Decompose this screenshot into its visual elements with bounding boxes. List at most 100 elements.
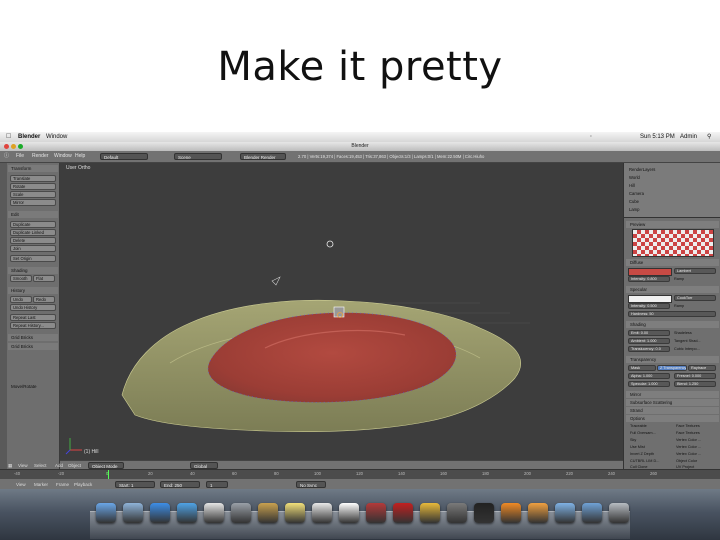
redo-button[interactable]: Redo	[33, 296, 55, 303]
fresnel-blend-field[interactable]: Blend: 1.250	[674, 381, 716, 387]
scale-button[interactable]: Scale	[10, 191, 56, 198]
menubar-user[interactable]: Admin	[680, 132, 697, 142]
option-checkbox[interactable]: Invert Z Depth	[630, 452, 654, 456]
menu-file[interactable]: File	[16, 151, 24, 162]
specular-ramp-checkbox[interactable]: Ramp	[674, 304, 684, 308]
wifi-icon[interactable]: ⋅	[590, 132, 592, 142]
repeat-last-button[interactable]: Repeat Last	[10, 314, 56, 321]
menubar-app-name[interactable]: Blender	[18, 132, 40, 142]
menu-help[interactable]: Help	[75, 151, 85, 162]
translucency-field[interactable]: Translucency: 0.0	[628, 346, 670, 352]
zoom-window-button[interactable]	[18, 144, 23, 149]
repeat-history-button[interactable]: Repeat History...	[10, 322, 56, 329]
diffuse-ramp-checkbox[interactable]: Ramp	[674, 277, 684, 281]
chrome-icon[interactable]	[420, 503, 440, 523]
app-store-icon[interactable]	[150, 503, 170, 523]
diffuse-shader-select[interactable]: Lambert	[674, 268, 716, 274]
undo-button[interactable]: Undo	[10, 296, 32, 303]
spotlight-icon[interactable]: ⚲	[707, 132, 711, 142]
menubar-clock[interactable]: Sun 5:13 PM	[640, 132, 675, 142]
transparency-section[interactable]: Transparency	[626, 356, 719, 363]
outliner-item[interactable]: Hill	[629, 183, 635, 188]
end-frame-field[interactable]: End: 250	[160, 481, 200, 488]
close-window-button[interactable]	[4, 144, 9, 149]
sss-section[interactable]: Subsurface Scattering	[626, 399, 719, 406]
finder-icon[interactable]	[96, 503, 116, 523]
transparency-mask-tab[interactable]: Mask	[628, 365, 656, 371]
option-checkbox[interactable]: Face Textures	[676, 431, 700, 435]
hardness-field[interactable]: Hardness: 50	[628, 311, 716, 317]
download-icon[interactable]	[582, 503, 602, 523]
cubic-interpolation-checkbox[interactable]: Cubic Interpo...	[674, 347, 700, 351]
option-checkbox[interactable]: Face Textures	[676, 424, 700, 428]
set-origin-button[interactable]: Set Origin	[10, 255, 56, 262]
panel-grid-bricks-2[interactable]: Grid Bricks	[8, 343, 58, 350]
specular-color-swatch[interactable]	[628, 295, 672, 303]
option-checkbox[interactable]: Vertex Color ...	[676, 452, 701, 456]
panel-shading[interactable]: Shading	[8, 267, 58, 274]
alpha-field[interactable]: Alpha: 1.000	[628, 373, 670, 379]
duplicate-linked-button[interactable]: Duplicate Linked	[10, 229, 56, 236]
preferences-icon[interactable]	[231, 503, 251, 523]
panel-transform[interactable]: Transform	[8, 165, 58, 172]
mirror-section[interactable]: Mirror	[626, 391, 719, 398]
tangent-shading-checkbox[interactable]: Tangent Shad...	[674, 339, 701, 343]
option-checkbox[interactable]: Use Mist	[630, 445, 645, 449]
shadeless-checkbox[interactable]: Shadeless	[674, 331, 692, 335]
info-editor-icon[interactable]: ⓘ	[4, 151, 9, 162]
option-checkbox[interactable]: UV Project	[676, 465, 694, 469]
diffuse-section[interactable]: Diffuse	[626, 259, 719, 266]
option-checkbox[interactable]: Sky	[630, 438, 636, 442]
outliner-item[interactable]: RenderLayers	[629, 167, 655, 172]
layout-select[interactable]: Default	[100, 153, 148, 160]
preview-section[interactable]: Preview	[626, 221, 719, 228]
outliner-item[interactable]: World	[629, 175, 640, 180]
3d-viewport[interactable]: User Ortho (1) Hill	[60, 163, 623, 460]
option-field[interactable]: CUTBRL LIM D...	[630, 459, 659, 463]
outliner[interactable]: RenderLayers World Hill Camera Cube Lamp	[624, 163, 720, 218]
timeline-ruler[interactable]: -40 -20 0 20 40 60 80 100 120 140 160 18…	[0, 470, 720, 479]
safari-icon[interactable]	[177, 503, 197, 523]
raytrace-tab[interactable]: Raytrace	[688, 365, 716, 371]
render-engine-select[interactable]: Blender Render	[240, 153, 286, 160]
ambient-field[interactable]: Ambient: 1.000	[628, 338, 670, 344]
current-frame-field[interactable]: 1	[206, 481, 228, 488]
diffuse-intensity-field[interactable]: Intensity: 0.800	[628, 276, 670, 282]
panel-edit[interactable]: Edit	[8, 211, 58, 218]
smooth-button[interactable]: Smooth	[10, 275, 32, 282]
calendar-icon[interactable]	[312, 503, 332, 523]
menu-window[interactable]: Window	[54, 151, 72, 162]
fresnel-field[interactable]: Fresnel: 0.000	[674, 373, 716, 379]
duplicate-button[interactable]: Duplicate	[10, 221, 56, 228]
join-button[interactable]: Join	[10, 245, 56, 252]
notes-icon[interactable]	[285, 503, 305, 523]
current-frame-marker[interactable]	[108, 470, 109, 479]
outliner-item[interactable]: Cube	[629, 199, 639, 204]
specular-intensity-field[interactable]: Intensity: 0.500	[628, 303, 670, 309]
trash-icon[interactable]	[609, 503, 629, 523]
option-checkbox[interactable]: Object Color	[676, 459, 697, 463]
shading-section[interactable]: Shading	[626, 321, 719, 328]
acrobat-icon[interactable]	[393, 503, 413, 523]
help-icon[interactable]	[447, 503, 467, 523]
panel-grid-bricks-1[interactable]: Grid Bricks	[8, 334, 58, 341]
timeline[interactable]: -40 -20 0 20 40 60 80 100 120 140 160 18…	[0, 469, 720, 490]
specular-alpha-field[interactable]: Specular: 1.000	[628, 381, 670, 387]
diffuse-color-swatch[interactable]	[628, 268, 672, 276]
menubar-window[interactable]: Window	[46, 132, 67, 142]
option-checkbox[interactable]: Cull Clone	[630, 465, 648, 469]
mode-select[interactable]: Object Mode	[88, 462, 124, 469]
blender-icon[interactable]	[501, 503, 521, 523]
mail-icon[interactable]	[123, 503, 143, 523]
outliner-item[interactable]: Lamp	[629, 207, 639, 212]
emit-field[interactable]: Emit: 0.00	[628, 330, 670, 336]
start-frame-field[interactable]: Start: 1	[115, 481, 155, 488]
scene-select[interactable]: Scene	[174, 153, 222, 160]
operator-panel[interactable]: Move/Rotate	[8, 383, 58, 390]
music-icon[interactable]	[204, 503, 224, 523]
undo-history-button[interactable]: Undo History	[10, 304, 56, 311]
rotate-button[interactable]: Rotate	[10, 183, 56, 190]
option-checkbox[interactable]: Vertex Color ...	[676, 445, 701, 449]
z-transparency-tab[interactable]: Z Transparency	[657, 365, 687, 371]
options-section[interactable]: Options	[626, 415, 719, 422]
